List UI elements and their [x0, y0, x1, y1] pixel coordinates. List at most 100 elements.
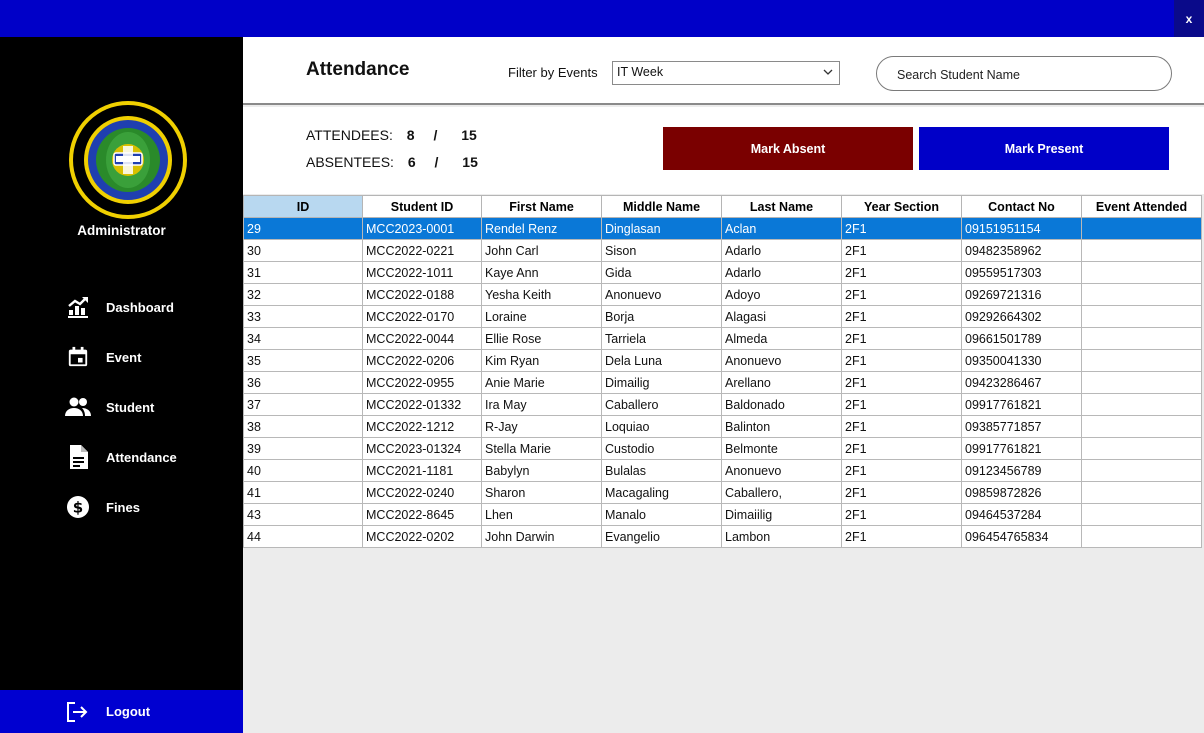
table-row[interactable]: 37 MCC2022-01332 Ira May Caballero Baldonado…: [243, 393, 1202, 416]
table-cell[interactable]: 09559517303: [961, 261, 1082, 284]
table-row[interactable]: 29 MCC2023-0001 Rendel Renz Dinglasan Aclan 2…: [243, 217, 1202, 240]
column-header-middle-name[interactable]: Middle Name: [601, 195, 722, 218]
table-row[interactable]: 40 MCC2021-1181 Babylyn Bulalas Anonuevo 2F1 0…: [243, 459, 1202, 482]
table-row[interactable]: 30 MCC2022-0221 John Carl Sison Adarlo 2F1 094…: [243, 239, 1202, 262]
table-cell[interactable]: Custodio: [601, 437, 722, 460]
table-cell[interactable]: Tarriela: [601, 327, 722, 350]
table-cell[interactable]: [1081, 415, 1202, 438]
table-cell[interactable]: 2F1: [841, 437, 962, 460]
table-cell[interactable]: Dinglasan: [601, 217, 722, 240]
table-cell[interactable]: MCC2022-8645: [362, 503, 482, 526]
column-header-event-attended[interactable]: Event Attended: [1081, 195, 1202, 218]
table-cell[interactable]: 44: [243, 525, 363, 548]
close-button[interactable]: x: [1174, 0, 1204, 37]
attendance-table[interactable]: ID Student ID First Name Middle Name Las…: [243, 195, 1202, 548]
table-cell[interactable]: MCC2022-0955: [362, 371, 482, 394]
table-cell[interactable]: Macagaling: [601, 481, 722, 504]
table-cell[interactable]: [1081, 437, 1202, 460]
table-cell[interactable]: 36: [243, 371, 363, 394]
table-cell[interactable]: Stella Marie: [481, 437, 602, 460]
table-cell[interactable]: Ellie Rose: [481, 327, 602, 350]
table-cell[interactable]: 2F1: [841, 415, 962, 438]
table-cell[interactable]: MCC2022-0170: [362, 305, 482, 328]
column-header-contact-no[interactable]: Contact No: [961, 195, 1082, 218]
table-row[interactable]: 36 MCC2022-0955 Anie Marie Dimailig Arellano…: [243, 371, 1202, 394]
table-cell[interactable]: 09423286467: [961, 371, 1082, 394]
table-cell[interactable]: 2F1: [841, 503, 962, 526]
table-cell[interactable]: MCC2022-1212: [362, 415, 482, 438]
table-cell[interactable]: 38: [243, 415, 363, 438]
column-header-last-name[interactable]: Last Name: [721, 195, 842, 218]
logout-button[interactable]: Logout: [0, 690, 243, 733]
table-cell[interactable]: Anie Marie: [481, 371, 602, 394]
table-cell[interactable]: [1081, 261, 1202, 284]
table-cell[interactable]: Lambon: [721, 525, 842, 548]
table-cell[interactable]: Babylyn: [481, 459, 602, 482]
table-cell[interactable]: 30: [243, 239, 363, 262]
table-cell[interactable]: [1081, 525, 1202, 548]
table-cell[interactable]: Gida: [601, 261, 722, 284]
table-cell[interactable]: Kim Ryan: [481, 349, 602, 372]
search-input[interactable]: Search Student Name: [876, 56, 1172, 91]
column-header-id[interactable]: ID: [243, 195, 363, 218]
table-cell[interactable]: 09269721316: [961, 283, 1082, 306]
table-cell[interactable]: MCC2023-01324: [362, 437, 482, 460]
table-row[interactable]: 35 MCC2022-0206 Kim Ryan Dela Luna Anonuevo 2…: [243, 349, 1202, 372]
table-cell[interactable]: Alagasi: [721, 305, 842, 328]
table-cell[interactable]: MCC2022-0206: [362, 349, 482, 372]
table-cell[interactable]: 2F1: [841, 305, 962, 328]
table-cell[interactable]: [1081, 481, 1202, 504]
table-row[interactable]: 32 MCC2022-0188 Yesha Keith Anonuevo Adoyo 2F…: [243, 283, 1202, 306]
table-row[interactable]: 44 MCC2022-0202 John Darwin Evangelio Lambon…: [243, 525, 1202, 548]
table-cell[interactable]: 09917761821: [961, 437, 1082, 460]
table-cell[interactable]: MCC2022-0221: [362, 239, 482, 262]
table-cell[interactable]: 09859872826: [961, 481, 1082, 504]
table-cell[interactable]: 09917761821: [961, 393, 1082, 416]
table-cell[interactable]: Yesha Keith: [481, 283, 602, 306]
table-cell[interactable]: 096454765834: [961, 525, 1082, 548]
table-cell[interactable]: MCC2023-0001: [362, 217, 482, 240]
table-cell[interactable]: 09464537284: [961, 503, 1082, 526]
table-cell[interactable]: Anonuevo: [721, 459, 842, 482]
table-row[interactable]: 31 MCC2022-1011 Kaye Ann Gida Adarlo 2F1 09559…: [243, 261, 1202, 284]
table-cell[interactable]: Belmonte: [721, 437, 842, 460]
table-cell[interactable]: Arellano: [721, 371, 842, 394]
table-cell[interactable]: Almeda: [721, 327, 842, 350]
sidebar-item-dashboard[interactable]: Dashboard: [64, 292, 174, 322]
table-cell[interactable]: Borja: [601, 305, 722, 328]
table-cell[interactable]: 09292664302: [961, 305, 1082, 328]
table-cell[interactable]: MCC2022-1011: [362, 261, 482, 284]
table-cell[interactable]: MCC2022-0044: [362, 327, 482, 350]
table-cell[interactable]: Dela Luna: [601, 349, 722, 372]
table-cell[interactable]: John Carl: [481, 239, 602, 262]
table-cell[interactable]: Dimailig: [601, 371, 722, 394]
table-cell[interactable]: Bulalas: [601, 459, 722, 482]
table-cell[interactable]: 34: [243, 327, 363, 350]
table-cell[interactable]: 09385771857: [961, 415, 1082, 438]
table-cell[interactable]: MCC2021-1181: [362, 459, 482, 482]
table-cell[interactable]: 2F1: [841, 349, 962, 372]
table-cell[interactable]: Manalo: [601, 503, 722, 526]
table-cell[interactable]: MCC2022-0240: [362, 481, 482, 504]
table-cell[interactable]: 09661501789: [961, 327, 1082, 350]
table-cell[interactable]: 2F1: [841, 261, 962, 284]
table-cell[interactable]: 09482358962: [961, 239, 1082, 262]
table-cell[interactable]: [1081, 305, 1202, 328]
table-cell[interactable]: Rendel Renz: [481, 217, 602, 240]
table-cell[interactable]: MCC2022-0188: [362, 283, 482, 306]
table-cell[interactable]: Aclan: [721, 217, 842, 240]
table-cell[interactable]: 2F1: [841, 459, 962, 482]
table-cell[interactable]: [1081, 503, 1202, 526]
table-cell[interactable]: MCC2022-0202: [362, 525, 482, 548]
table-cell[interactable]: 32: [243, 283, 363, 306]
mark-absent-button[interactable]: Mark Absent: [663, 127, 913, 170]
table-cell[interactable]: [1081, 217, 1202, 240]
table-cell[interactable]: Loraine: [481, 305, 602, 328]
table-cell[interactable]: 09350041330: [961, 349, 1082, 372]
table-row[interactable]: 33 MCC2022-0170 Loraine Borja Alagasi 2F1 0929…: [243, 305, 1202, 328]
table-cell[interactable]: Adoyo: [721, 283, 842, 306]
table-cell[interactable]: 40: [243, 459, 363, 482]
table-cell[interactable]: [1081, 371, 1202, 394]
table-cell[interactable]: Adarlo: [721, 239, 842, 262]
table-cell[interactable]: 2F1: [841, 393, 962, 416]
